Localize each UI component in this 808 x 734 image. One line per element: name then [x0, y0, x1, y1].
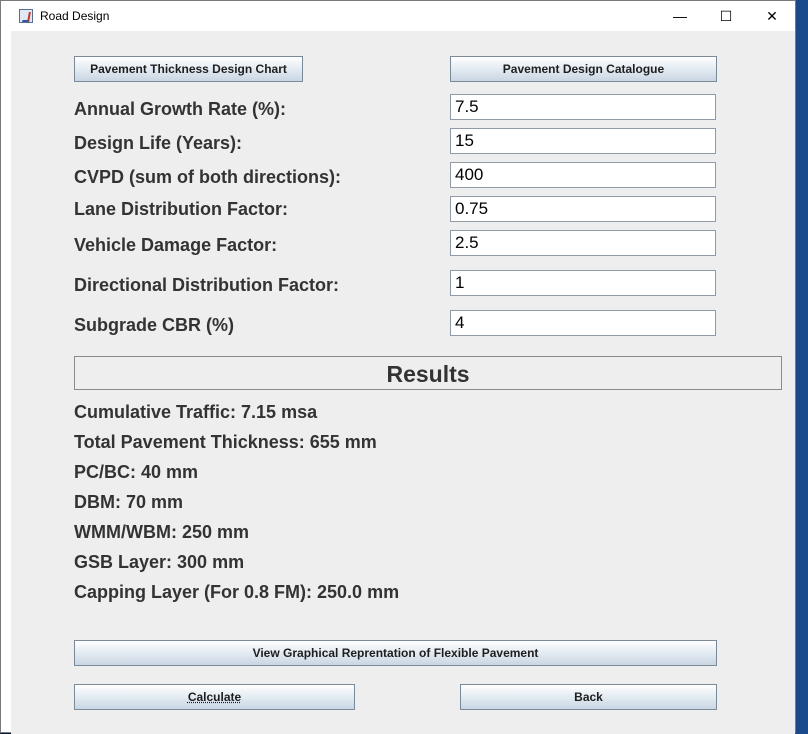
back-button[interactable]: Back: [460, 684, 717, 710]
title-bar: Road Design — ☐ ✕: [1, 1, 795, 31]
close-button[interactable]: ✕: [749, 1, 795, 31]
lane-distribution-factor-label: Lane Distribution Factor:: [74, 199, 289, 219]
wmm-wbm-result: WMM/WBM: 250 mm: [74, 522, 249, 542]
subgrade-cbr-field[interactable]: [450, 310, 716, 336]
road-design-window: Road Design — ☐ ✕ Pavement Thickness Des…: [0, 0, 796, 734]
lane-distribution-factor-field[interactable]: [450, 196, 716, 222]
cvpd-label: CVPD (sum of both directions):: [74, 167, 341, 187]
directional-distribution-factor-label: Directional Distribution Factor:: [74, 275, 340, 295]
view-graphical-representation-button[interactable]: View Graphical Reprentation of Flexible …: [74, 640, 717, 666]
calculate-button[interactable]: Calculate: [74, 684, 355, 710]
minimize-button[interactable]: —: [657, 1, 703, 31]
subgrade-cbr-label: Subgrade CBR (%): [74, 315, 235, 335]
annual-growth-rate-label: Annual Growth Rate (%):: [74, 99, 286, 119]
cumulative-traffic-result: Cumulative Traffic: 7.15 msa: [74, 402, 318, 422]
total-pavement-thickness-result: Total Pavement Thickness: 655 mm: [74, 432, 377, 452]
window-title: Road Design: [40, 9, 110, 23]
cvpd-field[interactable]: [450, 162, 716, 188]
gsb-layer-result: GSB Layer: 300 mm: [74, 552, 245, 572]
pavement-thickness-chart-button[interactable]: Pavement Thickness Design Chart: [74, 56, 303, 82]
calculate-button-label: Calculate: [187, 690, 242, 704]
pavement-design-catalogue-button[interactable]: Pavement Design Catalogue: [450, 56, 717, 82]
vehicle-damage-factor-label: Vehicle Damage Factor:: [74, 235, 278, 255]
annual-growth-rate-field[interactable]: [450, 94, 716, 120]
vehicle-damage-factor-field[interactable]: [450, 230, 716, 256]
results-header: Results: [74, 356, 782, 390]
pc-bc-result: PC/BC: 40 mm: [74, 462, 199, 482]
design-life-label: Design Life (Years):: [74, 133, 243, 153]
maximize-button[interactable]: ☐: [703, 1, 749, 31]
content-panel: Pavement Thickness Design Chart Pavement…: [11, 31, 795, 734]
java-app-icon: [19, 9, 33, 23]
dbm-result: DBM: 70 mm: [74, 492, 184, 512]
design-life-field[interactable]: [450, 128, 716, 154]
capping-layer-result: Capping Layer (For 0.8 FM): 250.0 mm: [74, 582, 400, 602]
directional-distribution-factor-field[interactable]: [450, 270, 716, 296]
